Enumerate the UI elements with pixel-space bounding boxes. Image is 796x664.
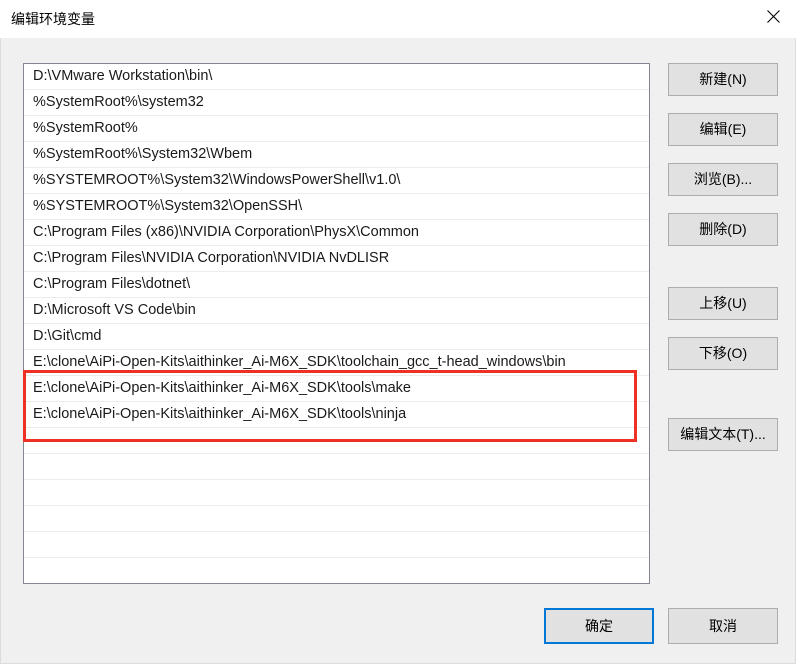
dialog-footer: 确定 取消 bbox=[544, 608, 778, 644]
path-list-item[interactable]: E:\clone\AiPi-Open-Kits\aithinker_Ai-M6X… bbox=[24, 350, 649, 376]
side-button-group: 新建(N) 编辑(E) 浏览(B)... 删除(D) 上移(U) 下移(O) 编… bbox=[668, 63, 778, 451]
path-list-empty-row[interactable] bbox=[24, 506, 649, 532]
path-list-empty-row[interactable] bbox=[24, 428, 649, 454]
path-list-item[interactable]: E:\clone\AiPi-Open-Kits\aithinker_Ai-M6X… bbox=[24, 402, 649, 428]
path-list-item[interactable]: %SystemRoot%\system32 bbox=[24, 90, 649, 116]
delete-button[interactable]: 删除(D) bbox=[668, 213, 778, 246]
path-list-item[interactable]: C:\Program Files\NVIDIA Corporation\NVID… bbox=[24, 246, 649, 272]
new-button[interactable]: 新建(N) bbox=[668, 63, 778, 96]
dialog-body: D:\VMware Workstation\bin\ %SystemRoot%\s… bbox=[0, 38, 796, 664]
path-list-item[interactable]: E:\clone\AiPi-Open-Kits\aithinker_Ai-M6X… bbox=[24, 376, 649, 402]
path-list-item[interactable]: %SystemRoot%\System32\Wbem bbox=[24, 142, 649, 168]
path-list-item[interactable]: D:\VMware Workstation\bin\ bbox=[24, 64, 649, 90]
close-button[interactable] bbox=[750, 0, 796, 32]
window-title: 编辑环境变量 bbox=[11, 11, 95, 27]
path-list-item[interactable]: C:\Program Files (x86)\NVIDIA Corporatio… bbox=[24, 220, 649, 246]
path-list-item[interactable]: D:\Git\cmd bbox=[24, 324, 649, 350]
path-list-empty-row[interactable] bbox=[24, 558, 649, 583]
move-down-button[interactable]: 下移(O) bbox=[668, 337, 778, 370]
browse-button[interactable]: 浏览(B)... bbox=[668, 163, 778, 196]
path-list[interactable]: D:\VMware Workstation\bin\ %SystemRoot%\s… bbox=[23, 63, 650, 584]
path-list-item[interactable]: C:\Program Files\dotnet\ bbox=[24, 272, 649, 298]
path-list-empty-row[interactable] bbox=[24, 480, 649, 506]
path-list-item[interactable]: D:\Microsoft VS Code\bin bbox=[24, 298, 649, 324]
close-icon bbox=[766, 9, 780, 23]
move-up-button[interactable]: 上移(U) bbox=[668, 287, 778, 320]
cancel-button[interactable]: 取消 bbox=[668, 608, 778, 644]
path-list-rows: D:\VMware Workstation\bin\ %SystemRoot%\s… bbox=[24, 64, 649, 583]
ok-button[interactable]: 确定 bbox=[544, 608, 654, 644]
path-list-item[interactable]: %SYSTEMROOT%\System32\WindowsPowerShell\… bbox=[24, 168, 649, 194]
path-list-item[interactable]: %SYSTEMROOT%\System32\OpenSSH\ bbox=[24, 194, 649, 220]
path-list-empty-row[interactable] bbox=[24, 532, 649, 558]
window-titlebar: 编辑环境变量 bbox=[0, 0, 796, 38]
path-list-item[interactable]: %SystemRoot% bbox=[24, 116, 649, 142]
path-list-empty-row[interactable] bbox=[24, 454, 649, 480]
edit-button[interactable]: 编辑(E) bbox=[668, 113, 778, 146]
edit-text-button[interactable]: 编辑文本(T)... bbox=[668, 418, 778, 451]
